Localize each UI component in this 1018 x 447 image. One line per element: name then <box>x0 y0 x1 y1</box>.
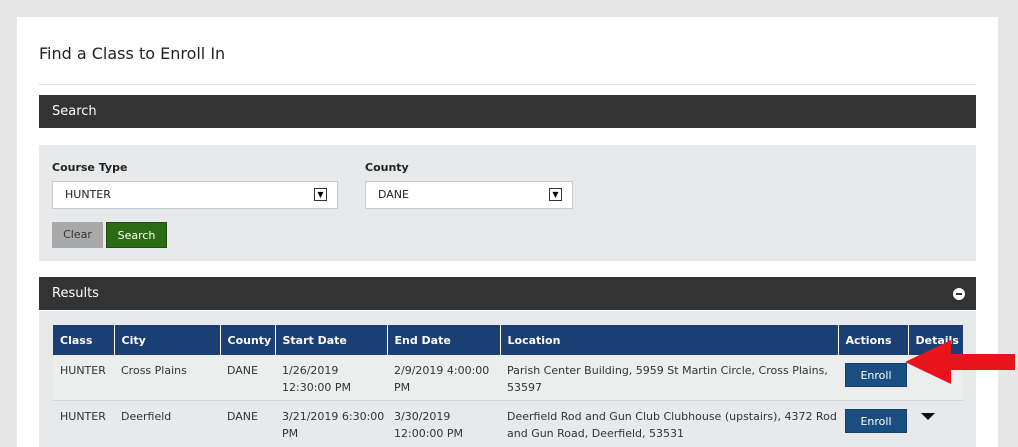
results-panel-title: Results <box>52 286 99 301</box>
county-value: DANE <box>378 188 409 201</box>
page-title: Find a Class to Enroll In <box>39 44 226 63</box>
chevron-down-icon[interactable]: ▼ <box>314 188 327 201</box>
cell-end-date: 3/30/2019 12:00:00 PM <box>387 400 500 446</box>
county-select[interactable]: DANE ▼ <box>365 181 573 209</box>
column-header-class[interactable]: Class <box>53 325 114 355</box>
results-panel: Class City County Start Date End Date Lo… <box>39 311 976 447</box>
cell-actions: Enroll <box>838 355 908 401</box>
cell-county: DANE <box>220 355 275 401</box>
county-label: County <box>365 161 409 174</box>
title-divider <box>39 84 976 85</box>
course-type-select[interactable]: HUNTER ▼ <box>52 181 338 209</box>
results-table: Class City County Start Date End Date Lo… <box>53 325 963 446</box>
search-button[interactable]: Search <box>106 222 167 248</box>
search-panel-header: Search <box>39 95 976 128</box>
column-header-start-date[interactable]: Start Date <box>274 325 387 355</box>
table-header-row: Class City County Start Date End Date Lo… <box>53 325 963 355</box>
cell-end-date: 2/9/2019 4:00:00 PM <box>387 355 500 401</box>
cell-city: Cross Plains <box>114 355 220 401</box>
enroll-page: Find a Class to Enroll In Search Course … <box>17 17 998 447</box>
column-header-location[interactable]: Location <box>499 325 838 355</box>
cell-city: Deerfield <box>114 400 220 446</box>
search-panel: Course Type HUNTER ▼ County DANE ▼ Clear… <box>39 145 976 261</box>
column-header-actions: Actions <box>837 325 908 355</box>
enroll-button[interactable]: Enroll <box>845 409 907 433</box>
clear-button[interactable]: Clear <box>52 222 103 248</box>
course-type-label: Course Type <box>52 161 128 174</box>
cell-actions: Enroll <box>838 400 908 446</box>
enroll-button[interactable]: Enroll <box>845 363 907 387</box>
column-header-county[interactable]: County <box>219 325 275 355</box>
results-panel-header: Results <box>39 277 976 310</box>
cell-details <box>908 400 963 446</box>
chevron-down-icon[interactable]: ▼ <box>549 188 562 201</box>
cell-county: DANE <box>220 400 275 446</box>
course-type-value: HUNTER <box>65 188 111 201</box>
cell-start-date: 1/26/2019 12:30:00 PM <box>275 355 387 401</box>
collapse-icon[interactable] <box>953 288 965 300</box>
red-arrow-icon <box>905 340 1015 384</box>
cell-class: HUNTER <box>53 355 114 401</box>
search-panel-title: Search <box>52 104 97 119</box>
expand-details-icon[interactable] <box>921 413 935 420</box>
cell-location: Deerfield Rod and Gun Club Clubhouse (up… <box>500 400 838 446</box>
cell-location: Parish Center Building, 5959 St Martin C… <box>500 355 838 401</box>
column-header-city[interactable]: City <box>113 325 220 355</box>
column-header-end-date[interactable]: End Date <box>386 325 500 355</box>
cell-start-date: 3/21/2019 6:30:00 PM <box>275 400 387 446</box>
table-row: HUNTER Deerfield DANE 3/21/2019 6:30:00 … <box>53 400 963 446</box>
red-arrow-shape <box>905 340 1015 384</box>
cell-class: HUNTER <box>53 400 114 446</box>
table-row: HUNTER Cross Plains DANE 1/26/2019 12:30… <box>53 355 963 401</box>
